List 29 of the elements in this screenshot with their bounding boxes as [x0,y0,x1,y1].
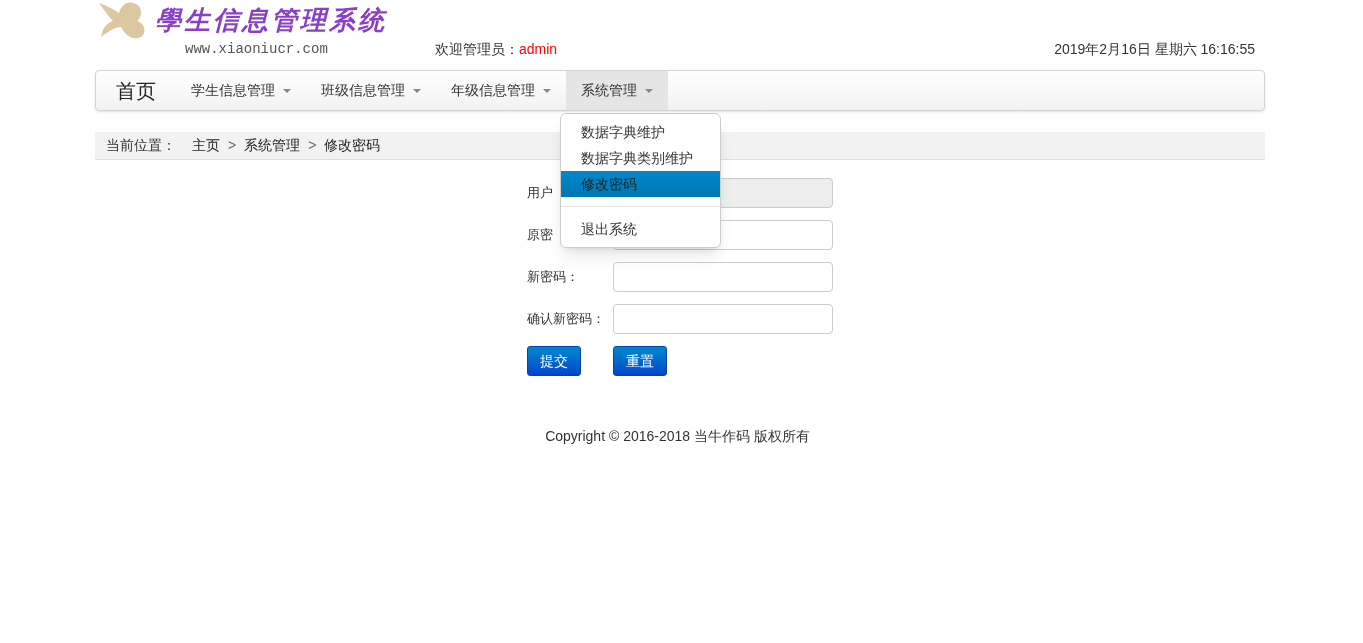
password-field[interactable] [613,262,833,292]
dropdown-item[interactable]: 修改密码 [561,171,720,197]
field-label: 确认新密码： [527,311,605,327]
nav-menu[interactable]: 学生信息管理 [176,71,306,110]
breadcrumb-link[interactable]: 修改密码 [324,135,381,156]
dropdown-item[interactable]: 退出系统 [561,216,720,242]
date-time: 2019年2月16日 星期六 16:16:55 [1054,40,1255,59]
user-name: admin [519,41,558,57]
field-label: 新密码： [527,269,579,285]
nav-menu[interactable]: 系统管理 [566,71,668,110]
breadcrumb-separator: > [228,136,237,155]
dropdown-item[interactable]: 数据字典维护 [561,119,720,145]
welcome-label: 欢迎管理员： [435,41,519,57]
copyright-text: Copyright © 2016-2018 当牛作码 版权所有 [545,427,810,446]
logo-title: 學生信息管理系统 [155,3,387,37]
breadcrumb-link[interactable]: 系统管理 [244,135,301,156]
logo-url: www.xiaoniucr.com [185,40,329,59]
nav-menu[interactable]: 年级信息管理 [436,71,566,110]
home-link[interactable]: 首页 [96,71,176,110]
field-label: 用户 [527,185,553,201]
breadcrumb-separator: > [308,136,317,155]
field-label: 原密 [527,227,553,243]
breadcrumb-link[interactable]: 主页 [192,135,220,156]
nav-menu[interactable]: 班级信息管理 [306,71,436,110]
location-label: 当前位置： [106,136,176,155]
form-button[interactable]: 重置 [613,346,667,376]
password-field[interactable] [613,304,833,334]
dropdown-item[interactable]: 数据字典类别维护 [561,145,720,171]
form-button[interactable]: 提交 [527,346,581,376]
